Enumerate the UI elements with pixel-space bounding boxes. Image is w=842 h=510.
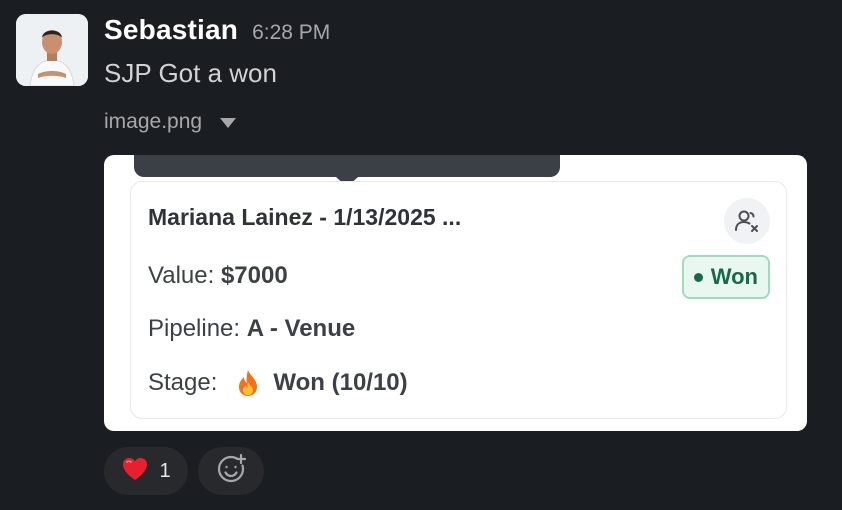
deal-value-row: Value: $7000 — [148, 262, 288, 290]
deal-stage: Won (10/10) — [273, 369, 408, 396]
attachment-file-name[interactable]: image.png — [104, 110, 202, 134]
flame-icon — [237, 369, 259, 397]
add-reaction-button[interactable] — [198, 447, 264, 495]
chat-message: Sebastian 6:28 PM SJP Got a won image.pn… — [0, 0, 842, 510]
message-text: SJP Got a won — [104, 58, 277, 88]
status-badge: Won — [681, 255, 770, 299]
attachment-image[interactable]: Mariana Lainez - 1/13/2025 ... Value: $7… — [104, 155, 807, 431]
deal-pipeline-label: Pipeline: — [148, 315, 241, 342]
chevron-down-icon[interactable] — [220, 118, 237, 128]
status-text: Won — [710, 264, 758, 289]
sender-name[interactable]: Sebastian — [104, 14, 238, 46]
avatar[interactable] — [16, 14, 88, 86]
user-x-icon — [724, 198, 770, 244]
reaction-count: 1 — [159, 459, 171, 482]
add-emoji-icon — [215, 453, 247, 490]
heart-icon — [121, 456, 149, 487]
deal-stage-label: Stage: — [148, 369, 218, 396]
reaction-heart[interactable]: 1 — [104, 447, 188, 495]
deal-value-label: Value: — [148, 262, 215, 289]
message-header: Sebastian 6:28 PM — [104, 14, 330, 48]
deal-value: $7000 — [220, 262, 288, 289]
deal-title: Mariana Lainez - 1/13/2025 ... — [148, 204, 462, 230]
deal-stage-row: Stage: Won (10/10) — [148, 369, 408, 397]
attachment-header[interactable]: image.png — [104, 110, 237, 134]
timestamp[interactable]: 6:28 PM — [252, 21, 330, 45]
deal-card: Mariana Lainez - 1/13/2025 ... Value: $7… — [130, 181, 787, 419]
reactions-bar: 1 — [104, 447, 264, 495]
tooltip-fragment — [134, 155, 560, 177]
status-dot-icon — [693, 272, 703, 282]
deal-pipeline-row: Pipeline: A - Venue — [148, 315, 355, 343]
deal-pipeline: A - Venue — [246, 315, 356, 342]
